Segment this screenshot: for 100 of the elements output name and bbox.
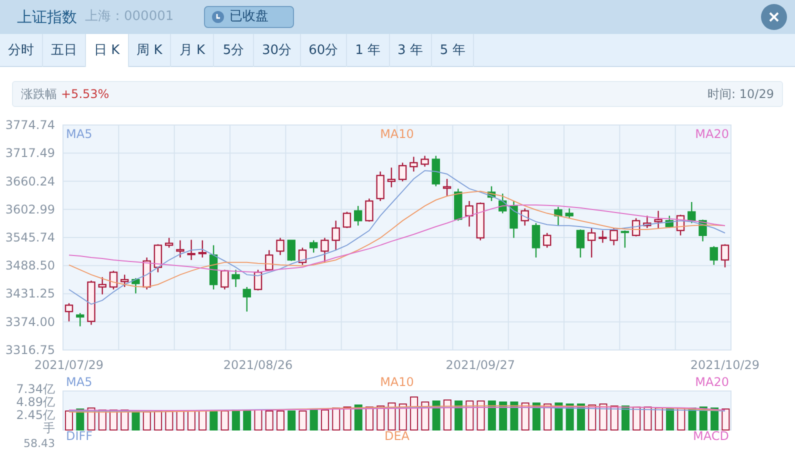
candlestick: [209, 245, 218, 290]
candlestick: [688, 202, 696, 224]
candlestick: [610, 228, 618, 246]
period-tab[interactable]: 5分: [214, 34, 254, 67]
candlestick: [720, 244, 730, 268]
period-tab[interactable]: 30分: [254, 34, 301, 67]
candlestick: [87, 280, 96, 325]
legend-label: MA5: [66, 127, 92, 141]
candlestick: [432, 156, 440, 186]
candlestick: [498, 194, 507, 214]
candlestick: [598, 230, 607, 243]
axis-label: 3774.74: [5, 118, 55, 132]
candlestick: [76, 313, 84, 326]
legend-label: MA20: [695, 375, 729, 389]
legend-label: DIFF: [66, 429, 93, 443]
axis-label: 3545.74: [5, 230, 55, 244]
candlestick: [132, 278, 140, 294]
period-tab[interactable]: 3 年: [390, 34, 432, 67]
candlestick: [510, 201, 518, 238]
index-title: 上证指数: [17, 6, 77, 28]
candlestick: [154, 244, 162, 272]
candlestick: [698, 220, 707, 242]
axis-label: 3316.75: [5, 343, 55, 357]
change-label: 涨跌幅: [21, 86, 57, 103]
candlestick: [620, 230, 630, 248]
candlestick: [342, 212, 352, 228]
legend-label: DEA: [384, 429, 410, 443]
period-tab[interactable]: 5 年: [432, 34, 474, 67]
candlestick: [543, 232, 552, 248]
candlestick: [187, 240, 196, 260]
candlestick: [142, 258, 151, 290]
candlestick: [532, 223, 540, 258]
candlestick: [254, 270, 262, 290]
candlestick: [376, 172, 384, 202]
legend-label: MA20: [695, 127, 729, 141]
axis-label: 手: [43, 421, 55, 435]
candlestick: [398, 162, 407, 182]
candlestick: [164, 238, 174, 248]
axis-label: 2021/07/29: [34, 358, 104, 372]
period-tab[interactable]: 日 K: [86, 34, 129, 67]
period-tab[interactable]: 1 年: [347, 34, 390, 67]
legend-label: MA5: [66, 375, 92, 389]
market-code: 上海：000001: [85, 8, 174, 26]
candlestick: [576, 230, 585, 258]
candlestick: [554, 206, 562, 226]
candlestick: [220, 270, 229, 290]
candlestick: [198, 240, 207, 258]
period-tab[interactable]: 60分: [300, 34, 348, 67]
period-tab[interactable]: 周 K: [128, 34, 172, 67]
axis-label: 58.43: [24, 437, 55, 448]
candlestick: [665, 216, 674, 228]
legend-label: MACD: [693, 429, 729, 443]
candlestick: [332, 220, 340, 250]
axis-label: 3374.00: [5, 314, 55, 329]
candlestick: [654, 210, 662, 228]
candlestick: [442, 178, 452, 196]
clock-icon: [212, 11, 224, 23]
candlestick: [120, 274, 129, 287]
candlestick: [320, 238, 329, 262]
candlestick: [310, 240, 318, 253]
axis-label: 4.89亿: [16, 395, 55, 409]
legend-label: MA10: [380, 375, 414, 389]
period-tab[interactable]: 分时: [0, 34, 43, 67]
axis-label: 3660.24: [5, 174, 55, 188]
candlestick: [387, 168, 396, 188]
candlestick: [298, 248, 307, 265]
axis-label: 2021/08/26: [223, 358, 293, 372]
period-tab[interactable]: 月 K: [171, 34, 214, 67]
candlestick: [276, 238, 284, 256]
candlestick: [410, 156, 418, 172]
candlestick: [710, 246, 718, 265]
candlestick: [232, 270, 240, 287]
candlestick: [465, 201, 474, 227]
candlestick: [242, 287, 251, 312]
candlestick: [64, 303, 74, 322]
change-value: +5.53%: [61, 86, 110, 103]
legend-label: MA10: [380, 127, 414, 141]
candlestick: [565, 208, 574, 218]
axis-label: 2.45亿: [16, 408, 55, 422]
axis-label: 2021/10/29: [690, 358, 760, 372]
axis-label: 3717.49: [5, 146, 55, 160]
candlestick: [520, 208, 529, 226]
close-icon: [769, 12, 779, 22]
candlestick: [476, 202, 484, 240]
candlestick: [109, 270, 118, 290]
candlestick: [176, 240, 184, 258]
time-label: 时间: 10/29: [708, 86, 774, 103]
candlestick: [354, 206, 362, 226]
candlestick: [676, 214, 685, 236]
candlestick: [265, 250, 274, 271]
candlestick: [365, 198, 374, 222]
axis-label: 2021/09/27: [446, 358, 515, 372]
candlestick: [287, 240, 296, 261]
axis-label: 3488.50: [5, 258, 55, 273]
status-button[interactable]: 已收盘: [204, 6, 294, 28]
candlestick: [643, 216, 652, 228]
axis-label: 7.34亿: [16, 382, 55, 396]
close-button[interactable]: [761, 4, 787, 30]
axis-label: 3431.25: [5, 286, 55, 301]
candlestick: [487, 186, 496, 202]
